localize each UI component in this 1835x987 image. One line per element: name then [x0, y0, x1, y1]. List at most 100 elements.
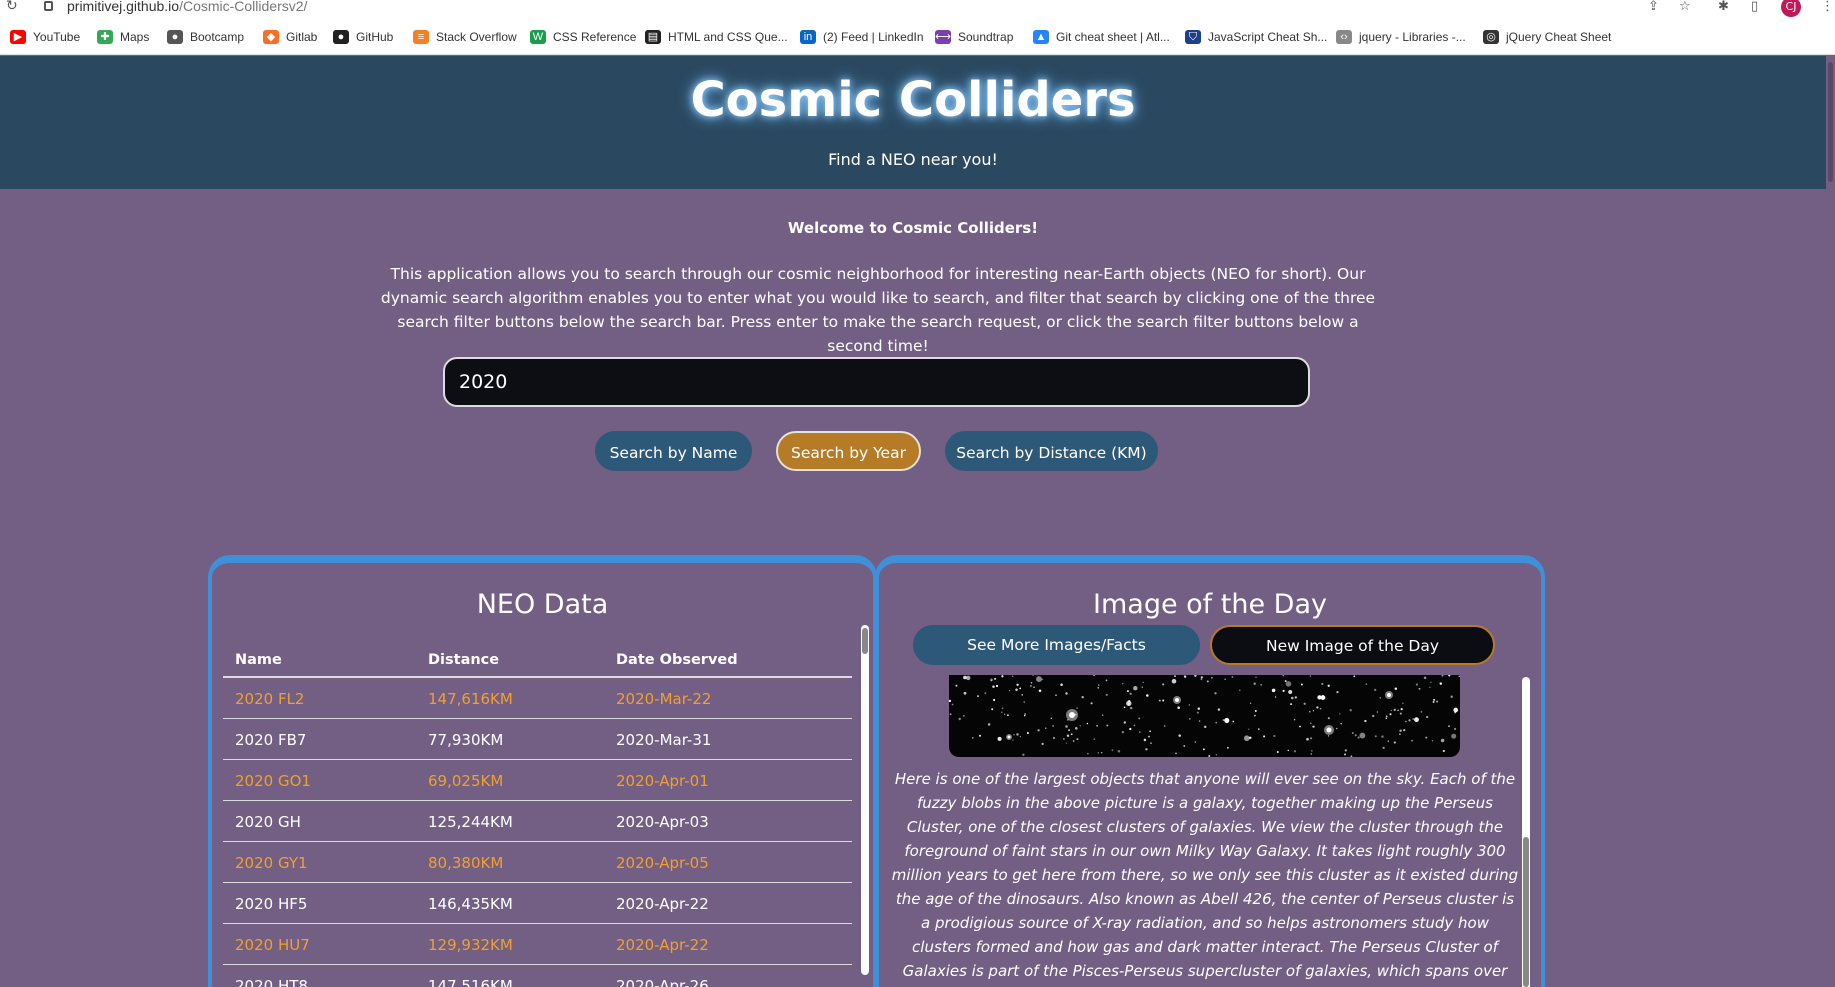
- column-header-date: Date Observed: [616, 652, 738, 668]
- code-icon: ‹›: [1336, 30, 1352, 44]
- bookmark-stackoverflow[interactable]: ≡ Stack Overflow: [413, 28, 517, 46]
- neo-data-panel: NEO Data Name Distance Date Observed 202…: [208, 555, 877, 987]
- site-title: Cosmic Colliders: [690, 72, 1136, 128]
- neo-date-cell: 2020-Apr-05: [616, 854, 709, 872]
- bookmark-label: CSS Reference: [553, 30, 637, 44]
- search-by-name-button[interactable]: Search by Name: [595, 431, 752, 471]
- soundtrap-icon: ⟷: [935, 30, 951, 44]
- shield-icon: ⛉: [1185, 30, 1201, 44]
- bookmarks-bar: ▶ YouTube ✚ Maps ● Bootcamp ◆ Gitlab ● GitHub ≡ Sta…: [0, 17, 1835, 55]
- jquery-icon: ◎: [1483, 30, 1499, 44]
- css-reference-icon: W: [530, 30, 546, 44]
- neo-name-cell: 2020 GY1: [235, 854, 308, 872]
- see-more-images-button[interactable]: See More Images/Facts: [913, 625, 1200, 665]
- neo-name-cell: 2020 HT8: [235, 977, 308, 987]
- table-row: 2020 FL2 147,616KM 2020-Mar-22: [223, 678, 852, 719]
- share-icon[interactable]: ⇪: [1648, 0, 1659, 14]
- column-header-name: Name: [235, 652, 282, 668]
- table-row: 2020 GH 125,244KM 2020-Apr-03: [223, 801, 852, 842]
- page-scrollbar-thumb[interactable]: [1828, 62, 1833, 182]
- bookmark-book[interactable]: ▤ HTML and CSS Que...: [645, 28, 788, 46]
- bookmark-label: jquery - Libraries -...: [1359, 30, 1466, 44]
- neo-date-cell: 2020-Apr-03: [616, 813, 709, 831]
- neo-table-header: Name Distance Date Observed: [223, 641, 852, 678]
- neo-name-cell: 2020 GO1: [235, 772, 311, 790]
- bookmark-jquery[interactable]: ◎ jQuery Cheat Sheet: [1483, 28, 1611, 46]
- bookmark-label: Git cheat sheet | Atl...: [1056, 30, 1170, 44]
- search-input[interactable]: 2020: [443, 357, 1310, 407]
- welcome-heading: Welcome to Cosmic Colliders!: [787, 219, 1039, 237]
- extensions-icon[interactable]: ✱: [1718, 0, 1729, 14]
- bookmark-linkedin[interactable]: in (2) Feed | LinkedIn: [800, 28, 924, 46]
- bookmark-maps[interactable]: ✚ Maps: [97, 28, 149, 46]
- bookmark-github[interactable]: ● GitHub: [333, 28, 393, 46]
- github-icon: ●: [333, 30, 349, 44]
- neo-panel-title: NEO Data: [476, 589, 609, 620]
- lock-icon[interactable]: [44, 1, 53, 11]
- starfield-graphic: [949, 675, 1460, 757]
- neo-date-cell: 2020-Mar-31: [616, 731, 712, 749]
- maps-icon: ✚: [97, 30, 113, 44]
- image-of-the-day-panel: Image of the Day See More Images/Facts N…: [875, 555, 1545, 987]
- neo-date-cell: 2020-Apr-22: [616, 936, 709, 954]
- bookmark-code[interactable]: ‹› jquery - Libraries -...: [1336, 28, 1466, 46]
- browser-url-bar: ↻ primitivej.github.io/Cosmic-Collidersv…: [0, 0, 1835, 17]
- reload-icon[interactable]: ↻: [6, 0, 18, 14]
- bookmark-soundtrap[interactable]: ⟷ Soundtrap: [935, 28, 1013, 46]
- bookmark-label: Gitlab: [286, 30, 318, 44]
- table-row: 2020 HF5 146,435KM 2020-Apr-22: [223, 883, 852, 924]
- neo-distance-cell: 129,932KM: [428, 936, 513, 954]
- address-field[interactable]: primitivej.github.io/Cosmic-Collidersv2/: [67, 0, 307, 14]
- search-by-year-button[interactable]: Search by Year: [776, 431, 921, 471]
- neo-date-cell: 2020-Apr-22: [616, 895, 709, 913]
- neo-table-scrollbar[interactable]: [861, 625, 869, 975]
- bookmark-label: Stack Overflow: [436, 30, 517, 44]
- bookmark-label: HTML and CSS Que...: [668, 30, 788, 44]
- sidepanel-icon[interactable]: ▯: [1751, 0, 1758, 14]
- bookmark-label: GitHub: [356, 30, 394, 44]
- intro-text: This application allows you to search th…: [380, 265, 1376, 355]
- neo-name-cell: 2020 FB7: [235, 731, 307, 749]
- neo-scrollbar-thumb[interactable]: [862, 628, 868, 654]
- youtube-icon: ▶: [10, 30, 26, 44]
- bookmark-label: Maps: [120, 30, 150, 44]
- bookmark-youtube[interactable]: ▶ YouTube: [10, 28, 80, 46]
- bookmark-atlassian[interactable]: ▲ Git cheat sheet | Atl...: [1033, 28, 1170, 46]
- menu-icon[interactable]: ⋮: [1821, 0, 1834, 14]
- table-row: 2020 GY1 80,380KM 2020-Apr-05: [223, 842, 852, 883]
- profile-avatar[interactable]: CJ: [1781, 0, 1801, 17]
- image-panel-scrollbar[interactable]: [1522, 677, 1530, 987]
- url-path: /Cosmic-Collidersv2/: [179, 0, 308, 14]
- new-image-button[interactable]: New Image of the Day: [1210, 625, 1495, 665]
- neo-distance-cell: 80,380KM: [428, 854, 504, 872]
- bootcamp-icon: ●: [167, 30, 183, 44]
- neo-distance-cell: 147,616KM: [428, 690, 513, 708]
- url-host: primitivej.github.io: [67, 0, 180, 14]
- neo-name-cell: 2020 FL2: [235, 690, 305, 708]
- neo-name-cell: 2020 GH: [235, 813, 301, 831]
- table-row: 2020 HT8 147,516KM 2020-Apr-26: [223, 965, 852, 987]
- neo-table: Name Distance Date Observed 2020 FL2 147,…: [223, 641, 852, 987]
- neo-distance-cell: 146,435KM: [428, 895, 513, 913]
- bookmark-label: jQuery Cheat Sheet: [1506, 30, 1612, 44]
- neo-date-cell: 2020-Apr-26: [616, 977, 709, 987]
- table-row: 2020 HU7 129,932KM 2020-Apr-22: [223, 924, 852, 965]
- image-scrollbar-thumb[interactable]: [1523, 837, 1529, 987]
- image-caption: Here is one of the largest objects that …: [891, 770, 1519, 987]
- bookmark-label: Soundtrap: [958, 30, 1014, 44]
- page-scrollbar[interactable]: [1826, 56, 1835, 987]
- table-row: 2020 GO1 69,025KM 2020-Apr-01: [223, 760, 852, 801]
- bookmark-bootcamp[interactable]: ● Bootcamp: [167, 28, 244, 46]
- neo-name-cell: 2020 HU7: [235, 936, 310, 954]
- neo-name-cell: 2020 HF5: [235, 895, 308, 913]
- bookmark-label: (2) Feed | LinkedIn: [823, 30, 924, 44]
- search-by-distance-button[interactable]: Search by Distance (KM): [945, 431, 1158, 471]
- bookmark-shield[interactable]: ⛉ JavaScript Cheat Sh...: [1185, 28, 1327, 46]
- bookmark-gitlab[interactable]: ◆ Gitlab: [263, 28, 317, 46]
- neo-date-cell: 2020-Mar-22: [616, 690, 712, 708]
- linkedin-icon: in: [800, 30, 816, 44]
- bookmark-css-reference[interactable]: W CSS Reference: [530, 28, 636, 46]
- stackoverflow-icon: ≡: [413, 30, 429, 44]
- star-icon[interactable]: ☆: [1679, 0, 1691, 14]
- neo-distance-cell: 125,244KM: [428, 813, 513, 831]
